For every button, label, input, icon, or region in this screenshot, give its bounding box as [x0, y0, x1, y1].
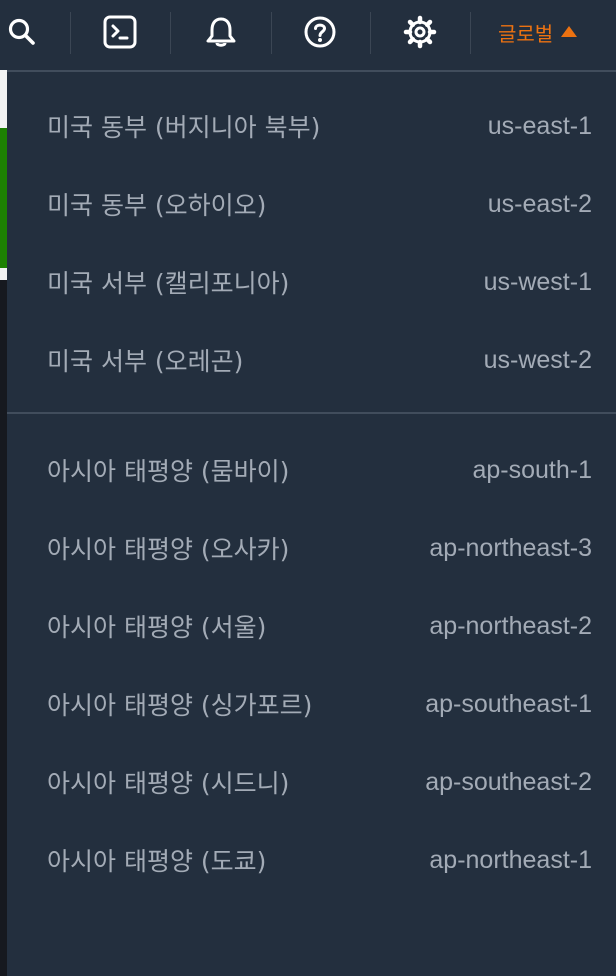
nav-separator [70, 12, 71, 54]
region-option-ap-northeast-1[interactable]: 아시아 태평양 (도쿄) ap-northeast-1 [7, 825, 616, 895]
region-option-name: 미국 서부 (오레곤) [47, 347, 244, 376]
bell-icon [206, 17, 236, 47]
region-option-us-west-1[interactable]: 미국 서부 (캘리포니아) us-west-1 [7, 247, 616, 317]
cloudshell-button[interactable] [100, 12, 140, 52]
region-option-ap-southeast-2[interactable]: 아시아 태평양 (시드니) ap-southeast-2 [7, 747, 616, 817]
nav-separator [470, 12, 471, 54]
region-option-code: ap-south-1 [472, 455, 592, 484]
region-dropdown-menu: 미국 동부 (버지니아 북부) us-east-1 미국 동부 (오하이오) u… [7, 70, 616, 908]
region-selector-label: 글로벌 [498, 21, 554, 46]
cloudshell-icon [103, 15, 137, 49]
settings-button[interactable] [400, 12, 440, 52]
region-option-ap-southeast-1[interactable]: 아시아 태평양 (싱가포르) ap-southeast-1 [7, 669, 616, 739]
region-option-us-west-2[interactable]: 미국 서부 (오레곤) us-west-2 [7, 325, 616, 395]
region-option-code: us-west-2 [483, 345, 592, 374]
search-button[interactable] [2, 12, 42, 52]
region-selector-button[interactable]: 글로벌 [498, 12, 578, 52]
region-option-name: 아시아 태평양 (싱가포르) [47, 691, 313, 720]
region-option-code: ap-northeast-1 [429, 845, 592, 874]
region-option-code: ap-southeast-1 [425, 689, 592, 718]
help-icon [304, 16, 336, 48]
region-option-us-east-1[interactable]: 미국 동부 (버지니아 북부) us-east-1 [7, 91, 616, 161]
nav-separator [170, 12, 171, 54]
region-option-name: 아시아 태평양 (서울) [47, 613, 267, 642]
region-option-name: 아시아 태평양 (시드니) [47, 769, 290, 798]
caret-up-icon [561, 25, 578, 37]
region-option-code: us-east-1 [487, 111, 592, 140]
region-option-name: 아시아 태평양 (도쿄) [47, 847, 267, 876]
region-group-divider [7, 412, 616, 414]
region-option-code: us-west-1 [483, 267, 592, 296]
region-option-code: ap-northeast-3 [429, 533, 592, 562]
region-option-ap-northeast-3[interactable]: 아시아 태평양 (오사카) ap-northeast-3 [7, 513, 616, 583]
gear-icon [403, 15, 437, 49]
page-accent-block [0, 128, 7, 268]
page-background-strip [0, 70, 7, 976]
help-button[interactable] [300, 12, 340, 52]
region-option-name: 미국 동부 (오하이오) [47, 191, 267, 220]
nav-separator [370, 12, 371, 54]
nav-separator [271, 12, 272, 54]
region-option-code: ap-northeast-2 [429, 611, 592, 640]
region-option-name: 미국 서부 (캘리포니아) [47, 269, 290, 298]
region-option-code: ap-southeast-2 [425, 767, 592, 796]
region-option-code: us-east-2 [487, 189, 592, 218]
region-option-name: 아시아 태평양 (뭄바이) [47, 457, 290, 486]
top-navigation-bar: 글로벌 [0, 0, 616, 68]
search-icon [8, 18, 35, 45]
region-option-us-east-2[interactable]: 미국 동부 (오하이오) us-east-2 [7, 169, 616, 239]
notifications-button[interactable] [201, 12, 241, 52]
region-option-ap-south-1[interactable]: 아시아 태평양 (뭄바이) ap-south-1 [7, 435, 616, 505]
region-option-name: 미국 동부 (버지니아 북부) [47, 113, 321, 142]
page-dark-block [0, 280, 7, 976]
region-option-ap-northeast-2[interactable]: 아시아 태평양 (서울) ap-northeast-2 [7, 591, 616, 661]
region-option-name: 아시아 태평양 (오사카) [47, 535, 290, 564]
